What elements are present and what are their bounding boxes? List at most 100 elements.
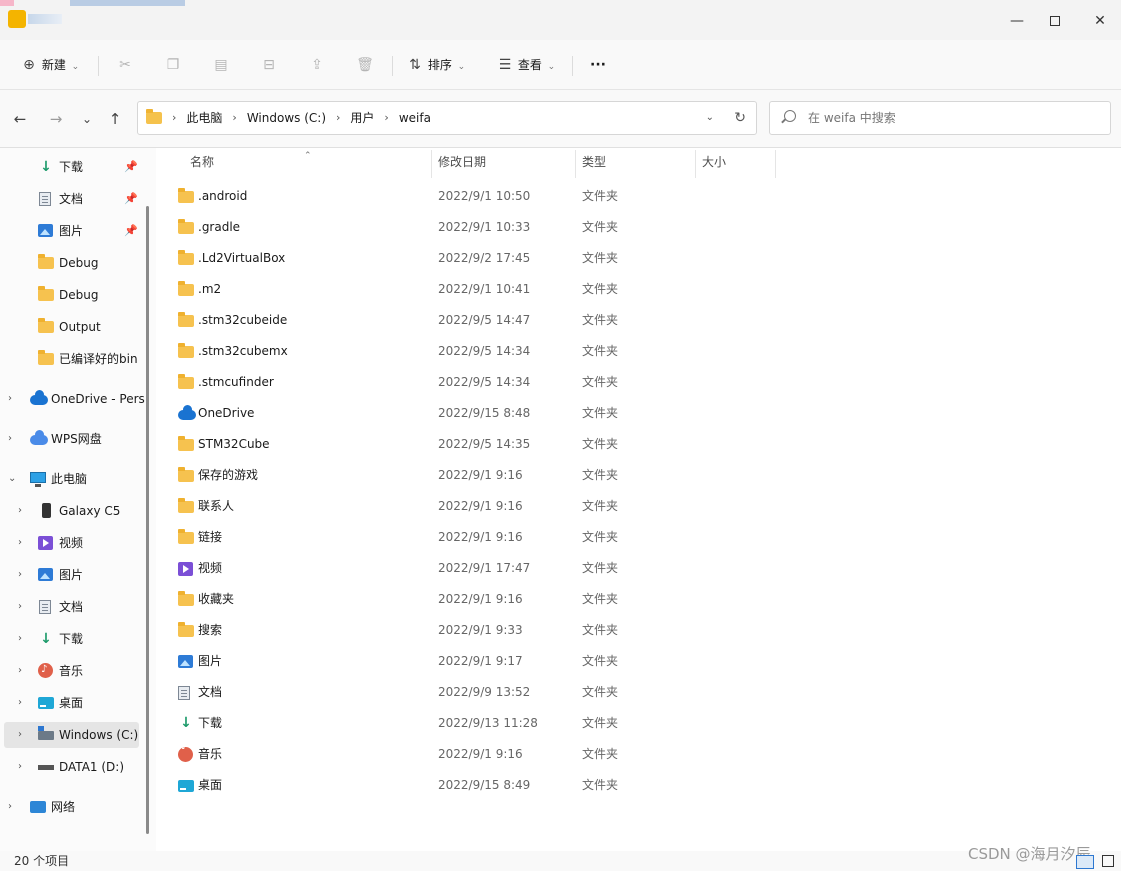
- address-bar[interactable]: › 此电脑 › Windows (C:) › 用户 › weifa ⌄ ↻: [137, 101, 757, 135]
- breadcrumb-drive-c[interactable]: Windows (C:): [247, 102, 326, 134]
- close-button[interactable]: ✕: [1085, 10, 1115, 32]
- file-row[interactable]: 桌面 2022/9/15 8:49 文件夹: [156, 770, 1121, 801]
- sidebar-item-debug-2[interactable]: Debug: [0, 282, 146, 308]
- column-header-name[interactable]: 名称 ⌃: [190, 148, 430, 176]
- file-type: 文件夹: [582, 530, 619, 544]
- up-button[interactable]: ↑: [104, 108, 126, 130]
- sidebar-item-onedrive[interactable]: › OneDrive - Pers: [0, 386, 146, 412]
- sidebar-item-desktop[interactable]: › 桌面: [0, 690, 146, 716]
- search-box[interactable]: [769, 101, 1111, 135]
- maximize-button[interactable]: [1040, 10, 1070, 32]
- chevron-right-icon[interactable]: ›: [8, 386, 12, 412]
- new-button[interactable]: ⊕ 新建 ⌄: [20, 52, 79, 78]
- chevron-down-icon[interactable]: ⌄: [8, 466, 16, 492]
- sidebar-item-pc-pictures[interactable]: › 图片: [0, 562, 146, 588]
- chevron-right-icon[interactable]: ›: [8, 794, 12, 820]
- file-row[interactable]: .stmcufinder 2022/9/5 14:34 文件夹: [156, 367, 1121, 398]
- share-button[interactable]: ⇪: [308, 52, 326, 78]
- sidebar-item-pictures[interactable]: 图片 📌: [0, 218, 146, 244]
- file-row[interactable]: .m2 2022/9/1 10:41 文件夹: [156, 274, 1121, 305]
- pin-icon[interactable]: 📌: [124, 186, 138, 212]
- sidebar-item-network[interactable]: › 网络: [0, 794, 146, 820]
- file-row[interactable]: 搜索 2022/9/1 9:33 文件夹: [156, 615, 1121, 646]
- column-header-size[interactable]: 大小: [702, 148, 774, 176]
- sidebar-item-documents[interactable]: 文档 📌: [0, 186, 146, 212]
- file-row[interactable]: 链接 2022/9/1 9:16 文件夹: [156, 522, 1121, 553]
- sidebar-item-debug-1[interactable]: Debug: [0, 250, 146, 276]
- paste-button[interactable]: ▤: [212, 52, 230, 78]
- refresh-button[interactable]: ↻: [734, 102, 746, 134]
- file-row[interactable]: 保存的游戏 2022/9/1 9:16 文件夹: [156, 460, 1121, 491]
- sidebar-item-output[interactable]: Output: [0, 314, 146, 340]
- file-row[interactable]: .stm32cubeide 2022/9/5 14:47 文件夹: [156, 305, 1121, 336]
- file-modified-date: 2022/9/5 14:35: [438, 437, 531, 451]
- chevron-right-icon[interactable]: ›: [18, 562, 22, 588]
- sidebar-item-label: 音乐: [59, 664, 84, 678]
- sidebar-item-this-pc[interactable]: ⌄ 此电脑: [0, 466, 146, 492]
- phone-icon: [42, 503, 51, 518]
- chevron-right-icon[interactable]: ›: [18, 530, 22, 556]
- file-row[interactable]: 文档 2022/9/9 13:52 文件夹: [156, 677, 1121, 708]
- view-button[interactable]: ☰ 查看 ⌄: [496, 52, 556, 78]
- sidebar-item-drive-d[interactable]: › DATA1 (D:): [0, 754, 146, 780]
- sidebar-item-wps[interactable]: › WPS网盘: [0, 426, 146, 452]
- sidebar-item-galaxy-c5[interactable]: › Galaxy C5: [0, 498, 146, 524]
- chevron-right-icon[interactable]: ›: [18, 594, 22, 620]
- chevron-right-icon[interactable]: ›: [8, 426, 12, 452]
- cut-button[interactable]: ✂: [116, 52, 134, 78]
- folder-icon: [178, 188, 194, 203]
- file-row[interactable]: .android 2022/9/1 10:50 文件夹: [156, 181, 1121, 212]
- file-row[interactable]: 音乐 2022/9/1 9:16 文件夹: [156, 739, 1121, 770]
- sidebar-scrollbar[interactable]: [146, 206, 149, 834]
- file-row[interactable]: 收藏夹 2022/9/1 9:16 文件夹: [156, 584, 1121, 615]
- breadcrumb-users[interactable]: 用户: [350, 102, 374, 134]
- file-row[interactable]: STM32Cube 2022/9/5 14:35 文件夹: [156, 429, 1121, 460]
- sidebar-item-drive-c[interactable]: › Windows (C:): [0, 722, 146, 748]
- file-row[interactable]: 图片 2022/9/1 9:17 文件夹: [156, 646, 1121, 677]
- pin-icon[interactable]: 📌: [124, 154, 138, 180]
- file-row[interactable]: .Ld2VirtualBox 2022/9/2 17:45 文件夹: [156, 243, 1121, 274]
- file-row[interactable]: OneDrive 2022/9/15 8:48 文件夹: [156, 398, 1121, 429]
- file-row[interactable]: 联系人 2022/9/1 9:16 文件夹: [156, 491, 1121, 522]
- recent-locations-button[interactable]: ⌄: [76, 108, 98, 130]
- minimize-button[interactable]: —: [1002, 10, 1032, 32]
- column-header-date[interactable]: 修改日期: [438, 148, 574, 176]
- details-view-button[interactable]: [1076, 855, 1094, 869]
- tiles-view-button[interactable]: [1102, 855, 1114, 867]
- more-options-button[interactable]: ···: [590, 52, 606, 78]
- delete-button[interactable]: 🗑: [356, 52, 374, 78]
- breadcrumb-weifa[interactable]: weifa: [399, 102, 431, 134]
- sidebar-item-compiled-bin[interactable]: 已编译好的bin: [0, 346, 146, 372]
- sidebar-item-music[interactable]: › 音乐: [0, 658, 146, 684]
- pin-icon[interactable]: 📌: [124, 218, 138, 244]
- back-button[interactable]: ←: [9, 108, 31, 130]
- column-divider[interactable]: [431, 150, 432, 178]
- column-divider[interactable]: [775, 150, 776, 178]
- sort-button[interactable]: ⇅ 排序 ⌄: [406, 52, 465, 78]
- chevron-right-icon[interactable]: ›: [18, 690, 22, 716]
- file-row[interactable]: .gradle 2022/9/1 10:33 文件夹: [156, 212, 1121, 243]
- file-row[interactable]: .stm32cubemx 2022/9/5 14:34 文件夹: [156, 336, 1121, 367]
- forward-button[interactable]: →: [45, 108, 67, 130]
- chevron-right-icon[interactable]: ›: [18, 498, 22, 524]
- file-row[interactable]: ↓ 下载 2022/9/13 11:28 文件夹: [156, 708, 1121, 739]
- chevron-right-icon[interactable]: ›: [18, 722, 22, 748]
- sidebar-item-videos[interactable]: › 视频: [0, 530, 146, 556]
- chevron-right-icon[interactable]: ›: [18, 754, 22, 780]
- sidebar-item-pc-documents[interactable]: › 文档: [0, 594, 146, 620]
- folder-icon: [178, 591, 194, 606]
- column-header-type[interactable]: 类型: [582, 148, 692, 176]
- chevron-right-icon[interactable]: ›: [18, 658, 22, 684]
- column-divider[interactable]: [575, 150, 576, 178]
- file-type: 文件夹: [582, 313, 619, 327]
- file-row[interactable]: 视频 2022/9/1 17:47 文件夹: [156, 553, 1121, 584]
- sidebar-item-downloads[interactable]: ↓ 下载 📌: [0, 154, 146, 180]
- search-input[interactable]: [808, 108, 1098, 128]
- column-divider[interactable]: [695, 150, 696, 178]
- breadcrumb-this-pc[interactable]: 此电脑: [186, 102, 222, 134]
- address-dropdown-button[interactable]: ⌄: [706, 102, 714, 134]
- chevron-right-icon[interactable]: ›: [18, 626, 22, 652]
- sidebar-item-pc-downloads[interactable]: › ↓ 下载: [0, 626, 146, 652]
- rename-button[interactable]: ⊟: [260, 52, 278, 78]
- copy-button[interactable]: ❐: [164, 52, 182, 78]
